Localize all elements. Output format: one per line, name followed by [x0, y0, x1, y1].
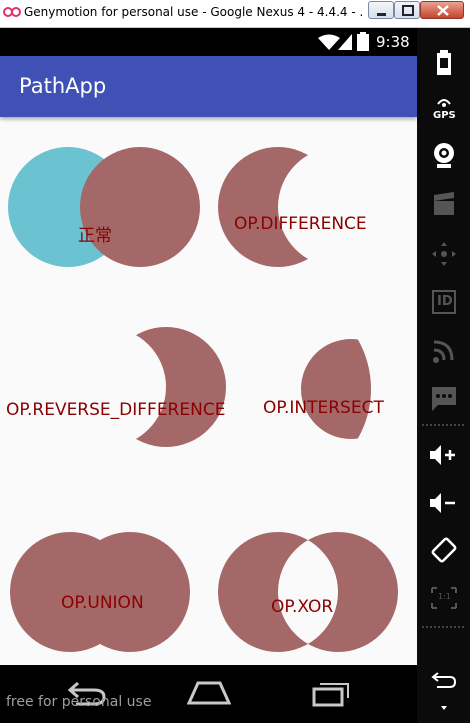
- volume-down-icon: [430, 493, 455, 513]
- recent-apps-icon[interactable]: [310, 681, 350, 707]
- demo-normal-shape: [8, 147, 200, 267]
- emulator-sidebar: GPS ID 1:1: [417, 28, 470, 723]
- demo-label-reverse-difference: OP.REVERSE_DIFFERENCE: [6, 400, 226, 420]
- scale-label: 1:1: [438, 592, 451, 601]
- sidebar-volume-down-button[interactable]: [422, 483, 466, 523]
- maximize-button[interactable]: [394, 1, 420, 19]
- status-bar: 9:38: [0, 28, 417, 56]
- sidebar-separator: [422, 424, 464, 426]
- minimize-button[interactable]: [368, 1, 394, 19]
- sidebar-gps-button[interactable]: GPS: [422, 90, 466, 130]
- home-icon[interactable]: [187, 681, 231, 705]
- demo-label-union: OP.UNION: [61, 593, 144, 613]
- window-titlebar: Genymotion for personal use - Google Nex…: [0, 0, 470, 28]
- webcam-icon: [434, 143, 454, 168]
- sidebar-rss-button[interactable]: [422, 332, 466, 372]
- sidebar-scale-button[interactable]: 1:1: [422, 578, 466, 618]
- demo-union-shape: [10, 532, 190, 652]
- volume-up-icon: [430, 445, 455, 465]
- demo-label-intersect: OP.INTERSECT: [263, 398, 384, 418]
- rss-icon: [433, 340, 454, 363]
- close-button[interactable]: [420, 1, 464, 19]
- demo-reverse-difference-shape: [106, 327, 226, 447]
- sidebar-capture-button[interactable]: [422, 184, 466, 224]
- genymotion-logo-icon: [3, 7, 21, 17]
- minimize-icon: [377, 13, 386, 16]
- demo-xor-shape: [218, 532, 398, 652]
- sidebar-dpad-button[interactable]: [422, 234, 466, 274]
- demo-label-xor: OP.XOR: [271, 597, 334, 617]
- menu-icon: [441, 706, 447, 710]
- demo-label-difference: OP.DIFFERENCE: [234, 214, 367, 234]
- emulator-screen: 9:38 PathApp 正常 OP.DIFFERENCE OP.REVERSE…: [0, 28, 417, 723]
- clapperboard-icon: [434, 192, 454, 215]
- sidebar-separator: [422, 626, 464, 628]
- app-bar: PathApp: [0, 56, 417, 117]
- signal-icon: [338, 34, 352, 50]
- window-title: Genymotion for personal use - Google Nex…: [24, 5, 364, 19]
- sms-icon: [432, 387, 456, 411]
- demo-difference-shape: [218, 147, 338, 267]
- sidebar-webcam-button[interactable]: [422, 136, 466, 176]
- sidebar-volume-up-button[interactable]: [422, 435, 466, 475]
- status-time: 9:38: [376, 33, 410, 51]
- sidebar-sms-button[interactable]: [422, 378, 466, 418]
- gps-label: GPS: [433, 110, 456, 121]
- path-op-canvas: 正常 OP.DIFFERENCE OP.REVERSE_DIFFERENCE O…: [0, 117, 417, 665]
- sidebar-id-button[interactable]: ID: [422, 282, 466, 322]
- battery-icon: [437, 50, 451, 75]
- sidebar-menu-button[interactable]: [422, 691, 466, 721]
- dpad-icon: [432, 242, 456, 266]
- sidebar-rotate-button[interactable]: [422, 530, 466, 570]
- maximize-icon: [402, 5, 414, 16]
- sidebar-battery-button[interactable]: [422, 42, 466, 82]
- path-op-drawing: [8, 147, 398, 652]
- demo-label-normal: 正常: [78, 226, 112, 246]
- id-label: ID: [437, 294, 453, 309]
- wifi-icon: [318, 34, 340, 50]
- close-icon: [437, 5, 449, 16]
- watermark: free for personal use: [6, 694, 152, 710]
- rotate-icon: [431, 537, 457, 563]
- app-title: PathApp: [19, 74, 107, 98]
- battery-icon: [357, 32, 369, 51]
